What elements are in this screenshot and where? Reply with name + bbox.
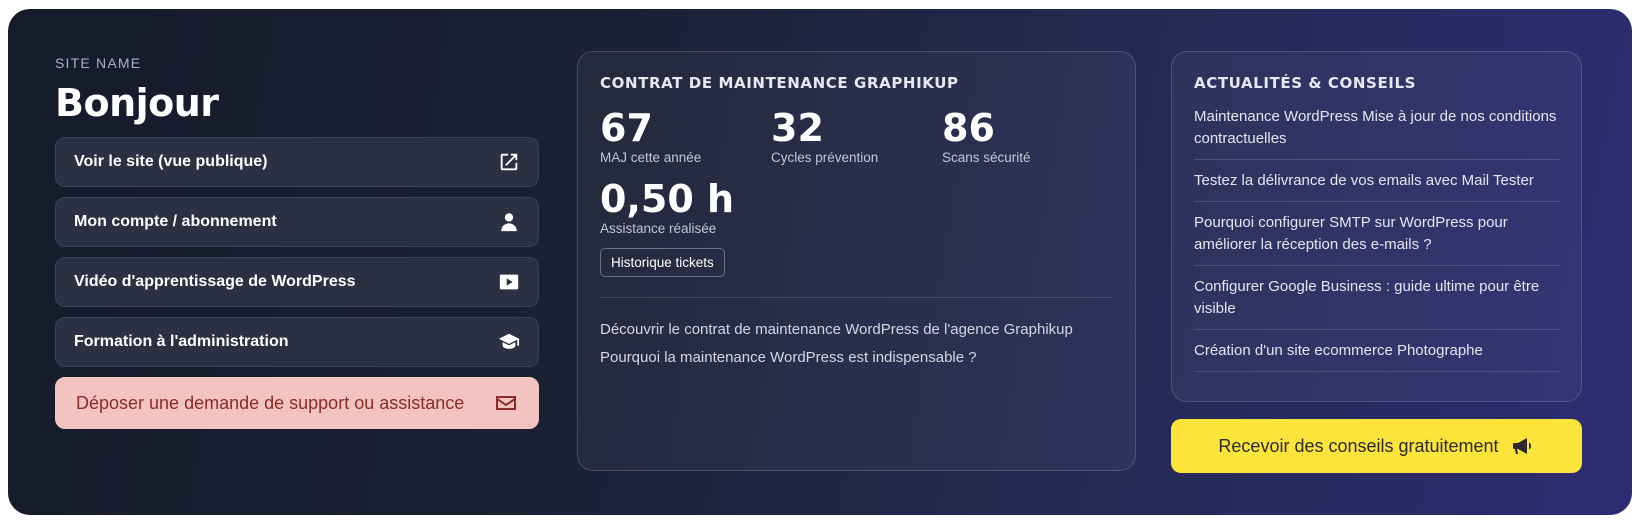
support-request-label: Déposer une demande de support ou assist… xyxy=(76,392,465,413)
site-name: SITE NAME xyxy=(55,55,142,71)
stat-prevention: 32 Cycles prévention xyxy=(771,106,942,165)
stat-value: 32 xyxy=(771,106,824,150)
user-icon xyxy=(501,213,517,232)
dashboard-panel: SITE NAME Bonjour Voir le site (vue publ… xyxy=(8,9,1632,515)
news-item[interactable]: Pourquoi configurer SMTP sur WordPress p… xyxy=(1194,212,1559,266)
wordpress-video-button[interactable]: Vidéo d'apprentissage de WordPress xyxy=(55,257,539,307)
divider xyxy=(600,297,1113,298)
greeting-title: Bonjour xyxy=(55,81,219,125)
maintenance-title: CONTRAT DE MAINTENANCE GRAPHIKUP xyxy=(600,74,959,92)
maintenance-link[interactable]: Pourquoi la maintenance WordPress est in… xyxy=(600,344,1113,372)
view-site-label: Voir le site (vue publique) xyxy=(74,153,268,170)
wordpress-video-label: Vidéo d'apprentissage de WordPress xyxy=(74,273,356,290)
graduation-cap-icon xyxy=(498,333,520,349)
stat-value: 86 xyxy=(942,106,995,150)
stat-label: Scans sécurité xyxy=(942,150,1031,165)
news-item[interactable]: Maintenance WordPress Mise à jour de nos… xyxy=(1194,106,1559,160)
stat-value: 0,50 h xyxy=(600,177,735,221)
news-list: Maintenance WordPress Mise à jour de nos… xyxy=(1194,106,1559,372)
maintenance-stats: 67 MAJ cette année 32 Cycles prévention … xyxy=(600,106,1113,165)
support-request-button[interactable]: Déposer une demande de support ou assist… xyxy=(55,377,539,429)
free-tips-button[interactable]: Recevoir des conseils gratuitement xyxy=(1171,419,1582,473)
news-item[interactable]: Création d'un site ecommerce Photographe xyxy=(1194,340,1559,372)
admin-training-button[interactable]: Formation à l'administration xyxy=(55,317,539,367)
external-link-icon xyxy=(500,153,518,171)
account-label: Mon compte / abonnement xyxy=(74,213,277,230)
view-site-button[interactable]: Voir le site (vue publique) xyxy=(55,137,539,187)
stat-label: MAJ cette année xyxy=(600,150,702,165)
stat-value: 67 xyxy=(600,106,653,150)
video-play-icon xyxy=(499,274,519,290)
maintenance-link[interactable]: Découvrir le contrat de maintenance Word… xyxy=(600,316,1113,344)
news-title: ACTUALITÉS & CONSEILS xyxy=(1194,74,1417,92)
ticket-history-button[interactable]: Historique tickets xyxy=(600,248,725,277)
megaphone-icon xyxy=(1512,438,1531,454)
stat-updates: 67 MAJ cette année xyxy=(600,106,771,165)
stat-label: Cycles prévention xyxy=(771,150,879,165)
envelope-icon xyxy=(496,396,516,410)
news-card: ACTUALITÉS & CONSEILS Maintenance WordPr… xyxy=(1171,51,1582,402)
quick-links: Voir le site (vue publique) Mon compte /… xyxy=(55,137,539,429)
welcome-column: SITE NAME Bonjour Voir le site (vue publ… xyxy=(55,55,539,439)
admin-training-label: Formation à l'administration xyxy=(74,333,289,350)
stat-label: Assistance réalisée xyxy=(600,221,717,236)
stat-security-scans: 86 Scans sécurité xyxy=(942,106,1113,165)
news-item[interactable]: Configurer Google Business : guide ultim… xyxy=(1194,276,1559,330)
maintenance-card: CONTRAT DE MAINTENANCE GRAPHIKUP 67 MAJ … xyxy=(577,51,1136,471)
maintenance-links: Découvrir le contrat de maintenance Word… xyxy=(600,316,1113,372)
free-tips-label: Recevoir des conseils gratuitement xyxy=(1218,435,1499,456)
stat-assistance: 0,50 h Assistance réalisée xyxy=(600,177,777,236)
account-button[interactable]: Mon compte / abonnement xyxy=(55,197,539,247)
news-item[interactable]: Testez la délivrance de vos emails avec … xyxy=(1194,170,1559,202)
